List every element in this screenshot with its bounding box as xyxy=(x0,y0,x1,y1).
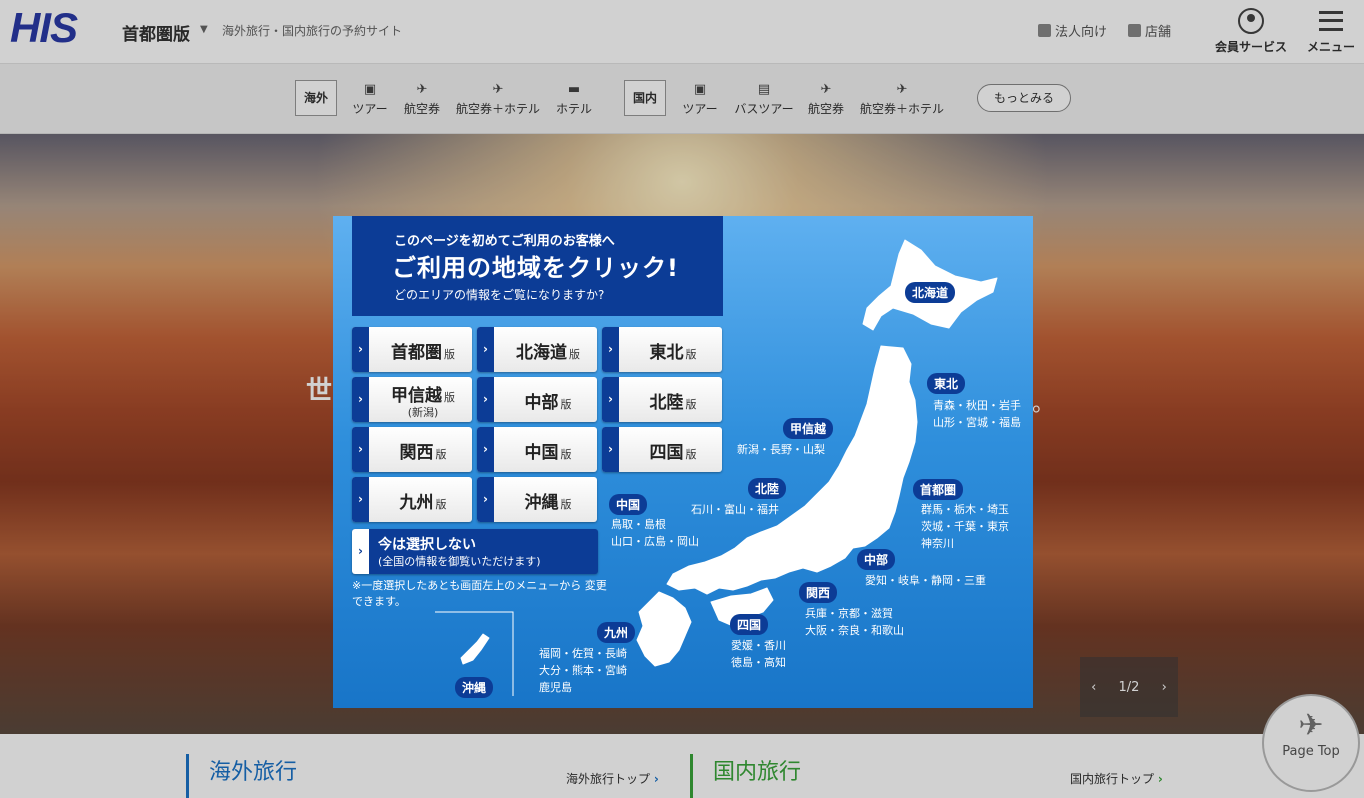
map-label-shutoken[interactable]: 首都圏 xyxy=(913,479,964,500)
region-button-chubu[interactable]: › 中部版 xyxy=(477,377,597,422)
region-suffix: 版 xyxy=(560,448,572,461)
chevron-right-icon: › xyxy=(477,377,494,422)
map-prefs-hokuriku: 石川・富山・福井 xyxy=(691,503,779,516)
region-button-label: 首都圏版 xyxy=(374,338,472,363)
region-suffix: 版 xyxy=(569,348,580,361)
region-name: 首都圏 xyxy=(391,343,442,363)
region-button-hokkaido[interactable]: › 北海道版 xyxy=(477,327,597,372)
skip-title: 今は選択しない xyxy=(378,537,476,553)
chevron-right-icon: › xyxy=(352,377,369,422)
map-label-okinawa[interactable]: 沖縄 xyxy=(455,677,494,698)
map-prefs-kyushu: 福岡・佐賀・長崎 大分・熊本・宮崎 鹿児島 xyxy=(539,647,627,694)
map-prefs-shikoku: 愛媛・香川 徳島・高知 xyxy=(731,639,786,669)
map-region-kyushu[interactable] xyxy=(636,591,692,667)
map-label-koshinetsu[interactable]: 甲信越 xyxy=(783,418,834,439)
region-name: 九州 xyxy=(399,493,434,513)
region-button-hokuriku[interactable]: › 北陸版 xyxy=(602,377,722,422)
region-suffix: 版 xyxy=(444,348,455,361)
region-suffix: 版 xyxy=(435,498,447,511)
map-label-tohoku[interactable]: 東北 xyxy=(927,373,966,394)
region-name: 東北 xyxy=(649,343,684,363)
modal-intro: このページを初めてご利用のお客様へ xyxy=(394,234,615,249)
map-label-kansai[interactable]: 関西 xyxy=(799,582,838,603)
region-button-sub: (新潟) xyxy=(407,406,439,419)
chevron-right-icon: › xyxy=(352,529,369,574)
region-button-shikoku[interactable]: › 四国版 xyxy=(602,427,722,472)
region-name: 北陸 xyxy=(649,393,684,413)
map-prefs-koshinetsu: 新潟・長野・山梨 xyxy=(737,443,825,456)
region-suffix: 版 xyxy=(435,448,447,461)
region-button-label: 九州版 xyxy=(374,488,472,513)
region-name: 関西 xyxy=(399,443,434,463)
region-button-kansai[interactable]: › 関西版 xyxy=(352,427,472,472)
region-button-okinawa[interactable]: › 沖縄版 xyxy=(477,477,597,522)
skip-selection-button[interactable]: › 今は選択しない (全国の情報を御覧いただけます) xyxy=(352,529,598,574)
region-button-koshinetsu[interactable]: › 甲信越版 (新潟) xyxy=(352,377,472,422)
map-prefs-shutoken: 群馬・栃木・埼玉 茨城・千葉・東京 神奈川 xyxy=(921,503,1009,550)
chevron-right-icon: › xyxy=(477,477,494,522)
region-name: 沖縄 xyxy=(524,493,559,513)
region-name: 甲信越 xyxy=(391,386,442,406)
region-suffix: 版 xyxy=(560,498,572,511)
region-name: 北海道 xyxy=(516,343,567,363)
map-region-okinawa[interactable] xyxy=(460,633,490,665)
region-button-label: 中部版 xyxy=(499,388,597,413)
region-suffix: 版 xyxy=(685,348,697,361)
region-suffix: 版 xyxy=(685,398,697,411)
region-select-modal: このページを初めてご利用のお客様へ ご利用の地域をクリック! どのエリアの情報を… xyxy=(333,216,1033,708)
region-name: 四国 xyxy=(649,443,684,463)
map-label-chugoku[interactable]: 中国 xyxy=(609,494,648,515)
region-suffix: 版 xyxy=(560,398,572,411)
modal-title: ご利用の地域をクリック! xyxy=(392,254,679,282)
region-button-label: 東北版 xyxy=(624,338,722,363)
modal-note: ※一度選択したあとも画面左上のメニューから 変更できます。 xyxy=(352,579,607,608)
modal-header: このページを初めてご利用のお客様へ ご利用の地域をクリック! どのエリアの情報を… xyxy=(352,216,723,316)
region-button-label: 四国版 xyxy=(624,438,722,463)
map-label-chubu[interactable]: 中部 xyxy=(857,549,896,570)
chevron-right-icon: › xyxy=(602,427,619,472)
map-label-hokuriku[interactable]: 北陸 xyxy=(748,478,787,499)
map-prefs-chubu: 愛知・岐阜・静岡・三重 xyxy=(865,574,986,587)
chevron-right-icon: › xyxy=(602,327,619,372)
region-button-tohoku[interactable]: › 東北版 xyxy=(602,327,722,372)
region-button-shutoken[interactable]: › 首都圏版 xyxy=(352,327,472,372)
map-prefs-tohoku: 青森・秋田・岩手 山形・宮城・福島 xyxy=(933,399,1021,429)
region-suffix: 版 xyxy=(444,391,455,404)
map-label-hokkaido[interactable]: 北海道 xyxy=(905,282,956,303)
map-prefs-chugoku: 鳥取・島根 山口・広島・岡山 xyxy=(611,518,699,548)
chevron-right-icon: › xyxy=(602,377,619,422)
region-button-label: 北海道版 xyxy=(499,338,597,363)
chevron-right-icon: › xyxy=(352,327,369,372)
chevron-right-icon: › xyxy=(477,327,494,372)
region-button-label: 中国版 xyxy=(499,438,597,463)
region-button-label: 関西版 xyxy=(374,438,472,463)
region-button-label: 甲信越版 xyxy=(374,381,472,406)
chevron-right-icon: › xyxy=(477,427,494,472)
region-button-label: 沖縄版 xyxy=(499,488,597,513)
region-button-label: 北陸版 xyxy=(624,388,722,413)
region-name: 中国 xyxy=(524,443,559,463)
region-suffix: 版 xyxy=(685,448,697,461)
region-button-kyushu[interactable]: › 九州版 xyxy=(352,477,472,522)
map-label-shikoku[interactable]: 四国 xyxy=(730,614,769,635)
region-name: 中部 xyxy=(524,393,559,413)
modal-question: どのエリアの情報をご覧になりますか? xyxy=(394,288,605,302)
chevron-right-icon: › xyxy=(352,477,369,522)
region-button-chugoku[interactable]: › 中国版 xyxy=(477,427,597,472)
map-label-kyushu[interactable]: 九州 xyxy=(597,622,636,643)
chevron-right-icon: › xyxy=(352,427,369,472)
skip-subtitle: (全国の情報を御覧いただけます) xyxy=(378,555,541,568)
map-prefs-kansai: 兵庫・京都・滋賀 大阪・奈良・和歌山 xyxy=(805,607,904,637)
